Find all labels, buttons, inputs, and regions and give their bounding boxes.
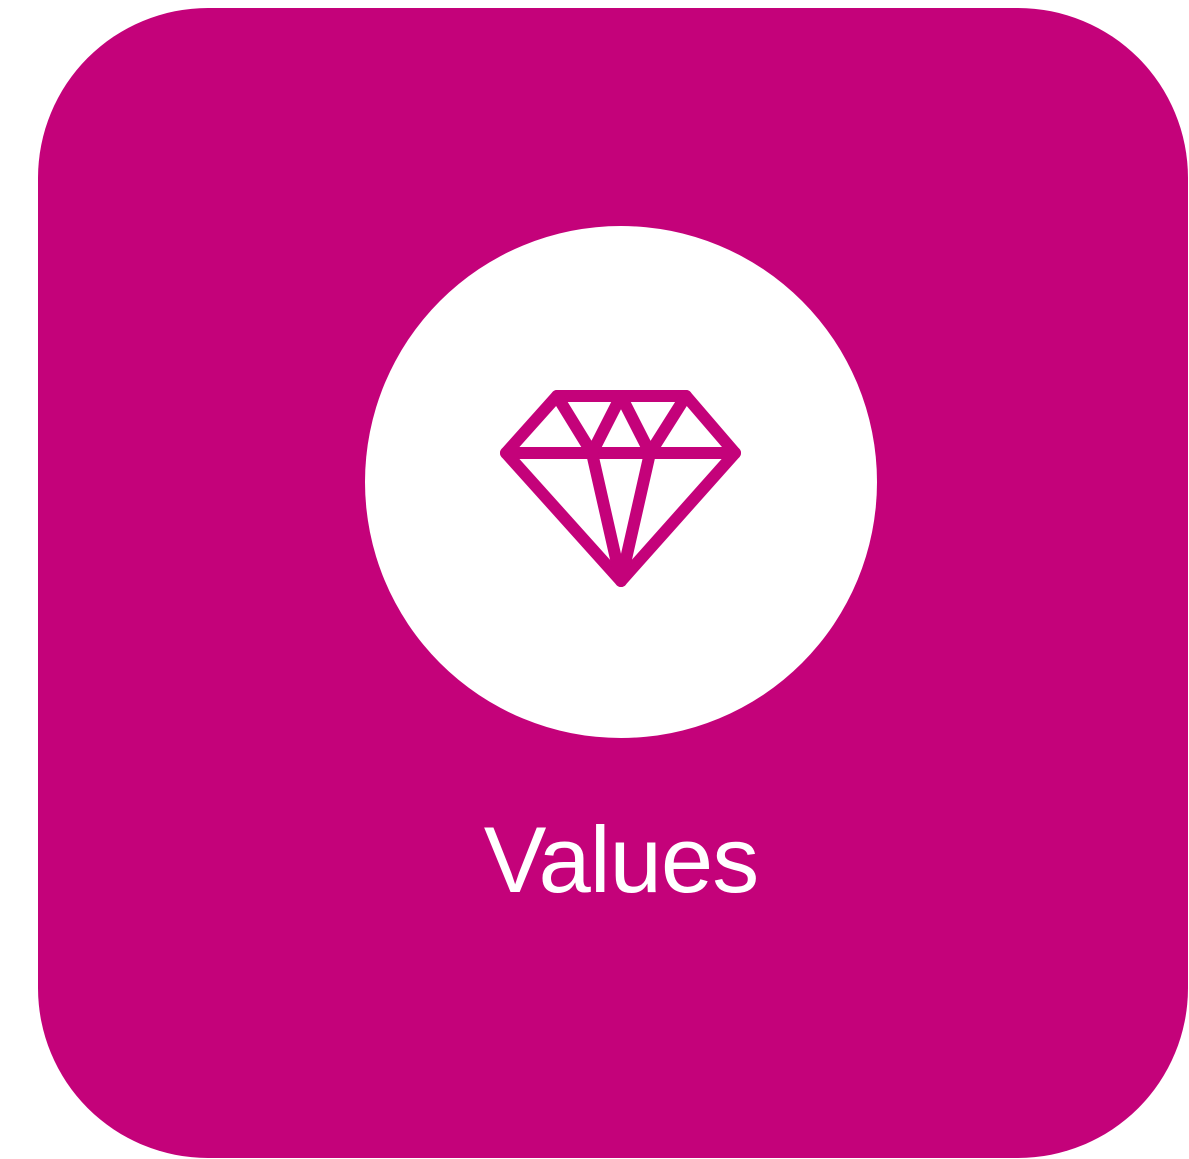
tile-label: Values (483, 807, 759, 912)
icon-badge (365, 226, 877, 738)
values-tile[interactable]: Values (38, 8, 1188, 1158)
diamond-icon (500, 390, 741, 587)
